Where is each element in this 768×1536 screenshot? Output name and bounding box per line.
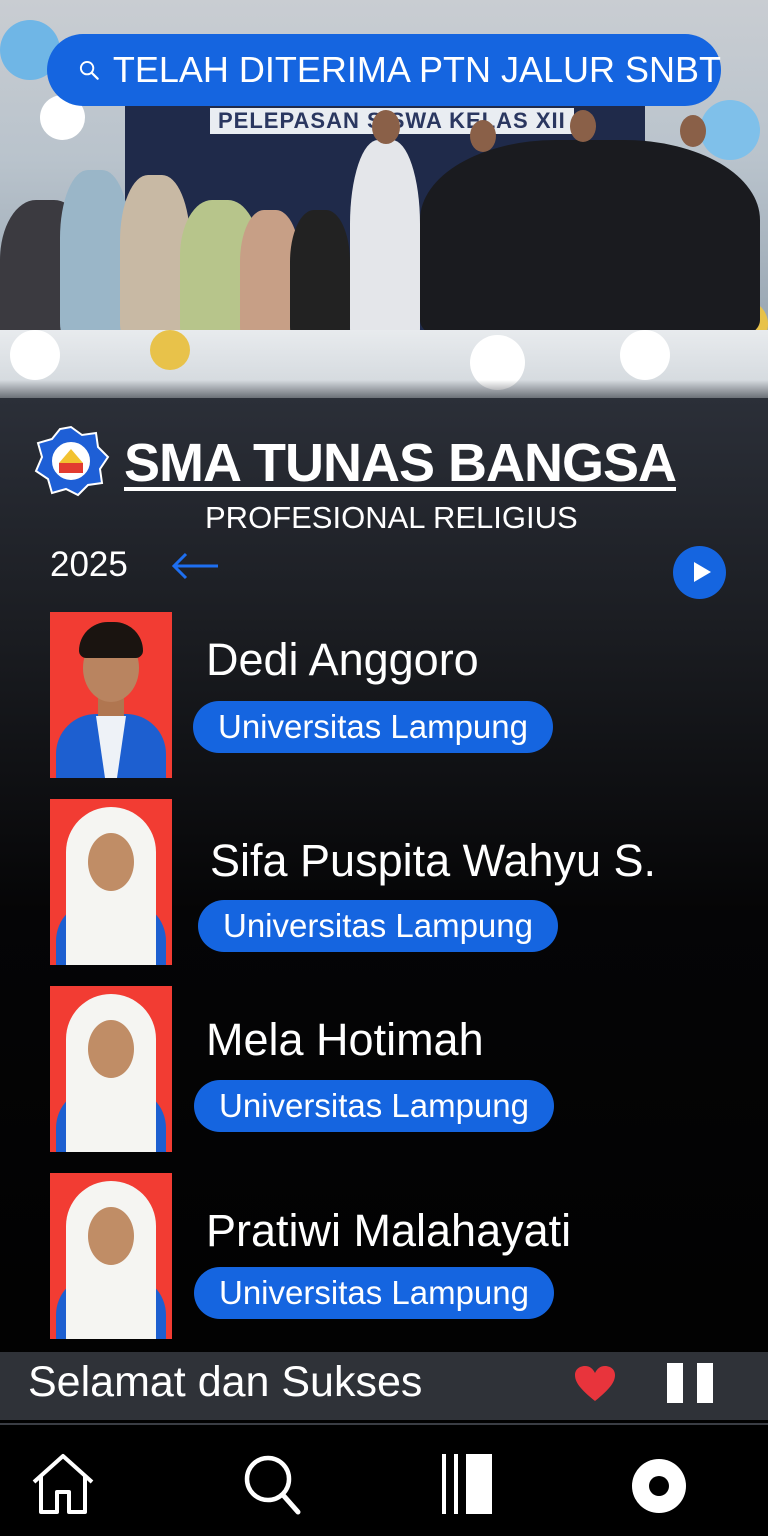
- head: [470, 120, 496, 152]
- search-icon[interactable]: [238, 1452, 308, 1516]
- student-name: Pratiwi Malahayati: [206, 1205, 572, 1256]
- student-name: Dedi Anggoro: [206, 634, 479, 685]
- hero-fade: [0, 380, 768, 400]
- student-photo: [50, 799, 172, 965]
- student-photo: [50, 1173, 172, 1339]
- balloon: [620, 330, 670, 380]
- balloon: [10, 330, 60, 380]
- profile-icon[interactable]: [624, 1452, 694, 1516]
- student-card[interactable]: Sifa Puspita Wahyu S. Universitas Lampun…: [0, 799, 768, 965]
- play-button[interactable]: [673, 546, 726, 599]
- student-card[interactable]: Dedi Anggoro Universitas Lampung: [0, 612, 768, 778]
- university-badge: Universitas Lampung: [193, 701, 553, 753]
- library-icon[interactable]: [432, 1452, 502, 1516]
- school-name: SMA TUNAS BANGSA: [124, 433, 677, 493]
- university-badge: Universitas Lampung: [194, 1080, 554, 1132]
- balloon: [700, 100, 760, 160]
- school-motto: PROFESIONAL RELIGIUS: [205, 500, 578, 535]
- student-card[interactable]: Mela Hotimah Universitas Lampung: [0, 986, 768, 1152]
- student-card[interactable]: Pratiwi Malahayati Universitas Lampung: [0, 1173, 768, 1339]
- search-bar[interactable]: TELAH DITERIMA PTN JALUR SNBT: [47, 34, 721, 106]
- heart-icon[interactable]: [574, 1365, 616, 1403]
- school-logo: [34, 425, 110, 497]
- now-playing-title: Selamat dan Sukses: [28, 1358, 423, 1406]
- arrow-left-icon[interactable]: [170, 550, 220, 582]
- home-icon[interactable]: [28, 1452, 98, 1516]
- head: [372, 110, 400, 144]
- head: [680, 115, 706, 147]
- person: [290, 210, 350, 340]
- student-name: Mela Hotimah: [206, 1014, 484, 1065]
- year-label: 2025: [50, 545, 128, 584]
- pause-icon[interactable]: [667, 1363, 713, 1403]
- student-photo: [50, 612, 172, 778]
- search-icon: [79, 60, 99, 80]
- university-badge: Universitas Lampung: [198, 900, 558, 952]
- university-badge: Universitas Lampung: [194, 1267, 554, 1319]
- student-photo: [50, 986, 172, 1152]
- group-of-students: [420, 140, 760, 340]
- person: [350, 140, 420, 350]
- balloon: [150, 330, 190, 370]
- head: [570, 110, 596, 142]
- student-name: Sifa Puspita Wahyu S.: [210, 835, 657, 886]
- search-label: TELAH DITERIMA PTN JALUR SNBT: [112, 49, 721, 90]
